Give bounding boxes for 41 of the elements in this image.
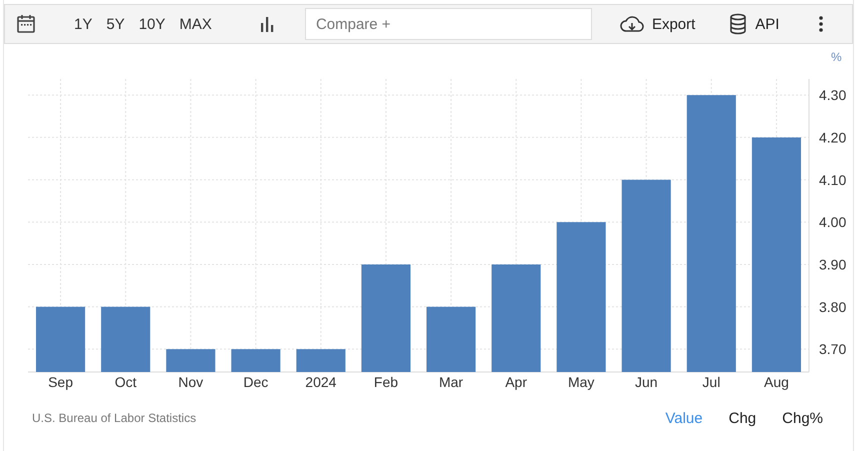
axis-label: 4.00 xyxy=(819,214,846,230)
bar xyxy=(426,306,476,372)
mode-tab[interactable]: Chg xyxy=(728,410,756,426)
axis-label: 3.90 xyxy=(819,256,846,272)
range-button[interactable]: MAX xyxy=(172,12,219,36)
axis-label: Nov xyxy=(178,374,204,390)
range-button[interactable]: 5Y xyxy=(99,12,132,36)
bar xyxy=(36,306,86,372)
axis-label: Feb xyxy=(374,374,398,390)
database-icon xyxy=(729,13,748,35)
range-button[interactable]: 10Y xyxy=(132,12,172,36)
axis-label: Oct xyxy=(114,374,137,390)
mode-tab[interactable]: Chg% xyxy=(782,410,823,426)
range-button[interactable]: 1Y xyxy=(67,12,100,36)
unit-label: % xyxy=(831,50,842,64)
axis-label: Sep xyxy=(48,374,73,390)
source-text: U.S. Bureau of Labor Statistics xyxy=(32,411,198,425)
axis-label: 4.30 xyxy=(819,87,846,104)
cloud-download-icon xyxy=(620,15,644,33)
more-icon[interactable] xyxy=(819,16,824,32)
axis-label: Apr xyxy=(505,374,528,390)
axis-label: Jul xyxy=(702,374,720,390)
axis-label: May xyxy=(568,374,594,390)
bar xyxy=(296,349,346,372)
axis-label: Dec xyxy=(243,374,268,390)
axis-label: Jun xyxy=(635,374,658,390)
bar xyxy=(166,349,216,372)
axis-label: 4.10 xyxy=(819,172,846,188)
bar xyxy=(101,306,150,372)
axis-label: Aug xyxy=(764,374,789,390)
axis-label: Mar xyxy=(438,374,464,390)
export-button[interactable]: Export xyxy=(620,15,696,33)
bar xyxy=(231,349,280,372)
calendar-button[interactable] xyxy=(15,14,37,34)
calendar-icon xyxy=(16,14,36,34)
axis-label: 3.80 xyxy=(819,298,846,315)
axis-label: 2024 xyxy=(305,374,336,390)
axis-label: 4.20 xyxy=(819,129,846,146)
api-button[interactable]: API xyxy=(729,13,780,35)
compare-field[interactable]: Compare + xyxy=(304,8,592,40)
axis-label: 3.70 xyxy=(819,341,846,358)
